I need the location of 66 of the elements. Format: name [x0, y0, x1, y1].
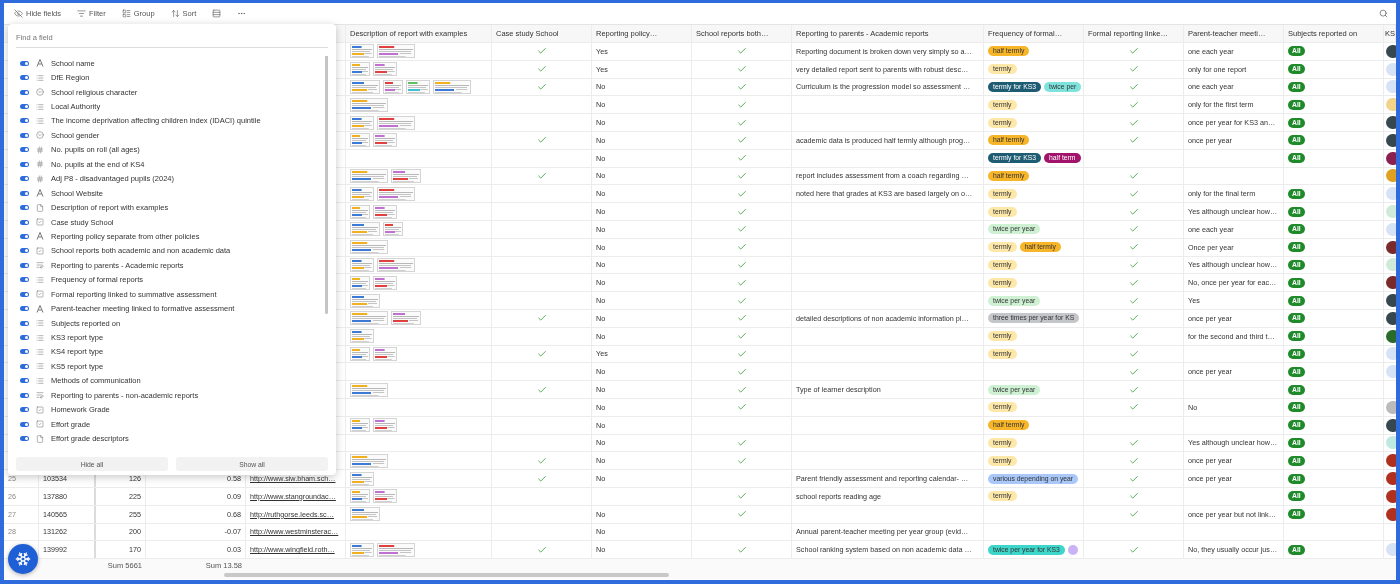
- scrollbar[interactable]: [224, 573, 669, 578]
- toggle-switch[interactable]: [20, 89, 29, 95]
- hash-icon: [36, 174, 44, 183]
- list-icon: [36, 116, 44, 125]
- toggle-switch[interactable]: [20, 277, 29, 283]
- toggle-switch[interactable]: [20, 291, 29, 297]
- toggle-switch[interactable]: [20, 436, 29, 442]
- toggle-switch[interactable]: [20, 205, 29, 211]
- toggle-switch[interactable]: [20, 147, 29, 153]
- toggle-switch[interactable]: [20, 392, 29, 398]
- snowflake-icon: [15, 551, 31, 567]
- checkbox-icon: [36, 420, 44, 429]
- toggle-switch[interactable]: [20, 176, 29, 182]
- search-icon: [1379, 9, 1388, 18]
- row-height-icon: [212, 9, 222, 18]
- text-field-icon: [36, 189, 44, 198]
- list-icon: [36, 333, 44, 342]
- toggle-switch[interactable]: [20, 233, 29, 239]
- text-field-icon: [36, 304, 44, 313]
- eye-off-icon: [14, 9, 23, 18]
- toggle-switch[interactable]: [20, 363, 29, 369]
- toggle-switch[interactable]: [20, 320, 29, 326]
- toggle-switch[interactable]: [20, 190, 29, 196]
- more-icon: [237, 9, 247, 18]
- hash-icon: [36, 160, 44, 169]
- toggle-switch[interactable]: [20, 335, 29, 341]
- hash-icon: [36, 145, 44, 154]
- floating-action-button[interactable]: [8, 544, 38, 574]
- toggle-switch[interactable]: [20, 306, 29, 312]
- sort-icon: [170, 9, 180, 18]
- chevron-circle-icon: [36, 131, 44, 140]
- list-icon: [36, 362, 44, 371]
- toggle-switch[interactable]: [20, 248, 29, 254]
- toggle-switch[interactable]: [20, 407, 29, 413]
- text-field-icon: [36, 59, 44, 68]
- checkbox-icon: [36, 290, 44, 299]
- toggle-switch[interactable]: [20, 132, 29, 138]
- filter-icon: [77, 9, 87, 18]
- paragraph-icon: [36, 391, 44, 400]
- list-icon: [36, 347, 44, 356]
- list-icon: [36, 102, 44, 111]
- toggle-switch[interactable]: [20, 219, 29, 225]
- checkbox-icon: [36, 405, 44, 414]
- file-icon: [36, 434, 44, 443]
- toggle-switch[interactable]: [20, 378, 29, 384]
- checkbox-icon: [36, 218, 44, 227]
- toggle-switch[interactable]: [20, 104, 29, 110]
- toggle-switch[interactable]: [20, 60, 29, 66]
- toggle-switch[interactable]: [20, 161, 29, 167]
- toggle-switch[interactable]: [20, 262, 29, 268]
- list-icon: [36, 319, 44, 328]
- group-icon: [121, 9, 131, 18]
- toggle-switch[interactable]: [20, 421, 29, 427]
- scrollbar[interactable]: [325, 56, 328, 314]
- toggle-switch[interactable]: [20, 75, 29, 81]
- paragraph-icon: [36, 261, 44, 270]
- list-icon: [36, 376, 44, 385]
- list-icon: [36, 275, 44, 284]
- search-button[interactable]: [1377, 7, 1390, 20]
- toggle-switch[interactable]: [20, 349, 29, 355]
- chevron-circle-icon: [36, 88, 44, 97]
- toggle-switch[interactable]: [20, 118, 29, 124]
- text-field-icon: [36, 232, 44, 241]
- file-icon: [36, 203, 44, 212]
- checkbox-icon: [36, 246, 44, 255]
- list-icon: [36, 73, 44, 82]
